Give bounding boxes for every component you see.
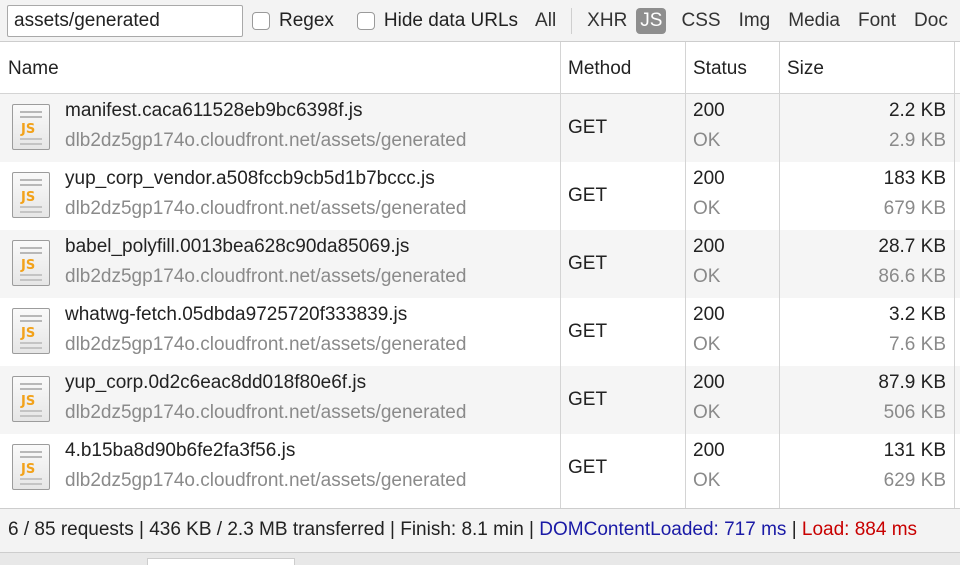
js-file-icon: JS — [12, 240, 50, 286]
request-transferred-size: 87.9 KB — [878, 372, 946, 393]
request-domain: dlb2dz5gp174o.cloudfront.net/assets/gene… — [65, 470, 467, 491]
request-method: GET — [568, 457, 608, 478]
request-content-size: 86.6 KB — [878, 266, 946, 287]
column-header-size[interactable]: Size — [787, 58, 824, 80]
request-status-text: OK — [693, 198, 721, 219]
request-file-name: yup_corp.0d2c6eac8dd018f80e6f.js — [65, 372, 367, 393]
table-row[interactable]: JS manifest.caca611528eb9bc6398f.js dlb2… — [0, 94, 960, 162]
summary-separator: | — [138, 519, 144, 540]
table-row[interactable]: JS babel_polyfill.0013bea628c90da85069.j… — [0, 230, 960, 298]
type-filter-img[interactable]: Img — [736, 8, 774, 34]
request-status-code: 200 — [693, 236, 725, 257]
request-transferred-size: 3.2 KB — [888, 304, 946, 325]
request-content-size: 629 KB — [883, 470, 946, 491]
summary-finish: Finish: 8.1 min — [400, 519, 524, 540]
column-divider[interactable] — [954, 42, 955, 508]
request-method: GET — [568, 321, 608, 342]
request-file-name: 4.b15ba8d90b6fe2fa3f56.js — [65, 440, 296, 461]
column-header-status[interactable]: Status — [693, 58, 747, 80]
request-status-code: 200 — [693, 168, 725, 189]
hide-data-urls-label: Hide data URLs — [383, 9, 519, 31]
type-filter-media[interactable]: Media — [785, 8, 843, 34]
summary-separator: | — [791, 519, 797, 540]
hide-data-urls-checkbox-group[interactable]: Hide data URLs — [356, 9, 519, 32]
request-transferred-size: 28.7 KB — [878, 236, 946, 257]
request-domain: dlb2dz5gp174o.cloudfront.net/assets/gene… — [65, 334, 467, 355]
request-content-size: 7.6 KB — [888, 334, 946, 355]
request-status-text: OK — [693, 266, 721, 287]
type-filter-doc[interactable]: Doc — [911, 8, 951, 34]
regex-checkbox[interactable] — [252, 11, 270, 30]
request-domain: dlb2dz5gp174o.cloudfront.net/assets/gene… — [65, 402, 467, 423]
request-file-name: yup_corp_vendor.a508fccb9cb5d1b7bccc.js — [65, 168, 435, 189]
drawer-tab[interactable] — [147, 558, 295, 565]
request-method: GET — [568, 117, 608, 138]
table-header: Name Method Status Size — [0, 42, 960, 94]
js-file-icon: JS — [12, 172, 50, 218]
table-row[interactable]: JS yup_corp.0d2c6eac8dd018f80e6f.js dlb2… — [0, 366, 960, 434]
type-filter-all[interactable]: All — [532, 8, 559, 34]
request-status-text: OK — [693, 130, 721, 151]
summary-dom-content-loaded: DOMContentLoaded: 717 ms — [539, 519, 787, 540]
request-status-text: OK — [693, 334, 721, 355]
request-status-text: OK — [693, 470, 721, 491]
summary-requests: 6 / 85 requests — [8, 519, 134, 540]
js-file-icon: JS — [12, 444, 50, 490]
request-status-code: 200 — [693, 100, 725, 121]
js-file-icon: JS — [12, 376, 50, 422]
type-filter-js[interactable]: JS — [636, 7, 667, 34]
filter-input[interactable] — [7, 4, 243, 37]
request-transferred-size: 131 KB — [883, 440, 946, 461]
js-file-icon: JS — [12, 104, 50, 150]
type-filter-font[interactable]: Font — [855, 8, 899, 34]
request-status-code: 200 — [693, 440, 725, 461]
request-file-name: whatwg-fetch.05dbda9725720f333839.js — [65, 304, 408, 325]
type-filter-xhr[interactable]: XHR — [584, 8, 630, 34]
network-summary-bar: 6 / 85 requests | 436 KB / 2.3 MB transf… — [0, 508, 960, 552]
request-file-name: manifest.caca611528eb9bc6398f.js — [65, 100, 363, 121]
hide-data-urls-checkbox[interactable] — [356, 11, 375, 30]
regex-label: Regex — [279, 9, 334, 31]
column-divider[interactable] — [560, 42, 561, 508]
request-status-text: OK — [693, 402, 721, 423]
request-domain: dlb2dz5gp174o.cloudfront.net/assets/gene… — [65, 266, 467, 287]
request-status-code: 200 — [693, 304, 725, 325]
request-domain: dlb2dz5gp174o.cloudfront.net/assets/gene… — [65, 130, 467, 151]
column-divider[interactable] — [685, 42, 686, 508]
summary-transferred: 436 KB / 2.3 MB transferred — [149, 519, 385, 540]
filter-separator — [571, 7, 573, 34]
request-method: GET — [568, 253, 608, 274]
summary-load: Load: 884 ms — [801, 519, 918, 540]
js-file-icon: JS — [12, 308, 50, 354]
request-status-code: 200 — [693, 372, 725, 393]
table-row[interactable]: JS 4.b15ba8d90b6fe2fa3f56.js dlb2dz5gp17… — [0, 434, 960, 502]
table-row[interactable]: JS whatwg-fetch.05dbda9725720f333839.js … — [0, 298, 960, 366]
table-body: JS manifest.caca611528eb9bc6398f.js dlb2… — [0, 94, 960, 502]
request-domain: dlb2dz5gp174o.cloudfront.net/assets/gene… — [65, 198, 467, 219]
request-method: GET — [568, 389, 608, 410]
column-header-name[interactable]: Name — [8, 58, 59, 80]
drawer-tab-strip — [0, 552, 960, 565]
regex-checkbox-group[interactable]: Regex — [252, 10, 334, 32]
request-transferred-size: 2.2 KB — [888, 100, 946, 121]
request-transferred-size: 183 KB — [883, 168, 946, 189]
type-filter-css[interactable]: CSS — [678, 8, 723, 34]
request-content-size: 2.9 KB — [888, 130, 946, 151]
column-divider[interactable] — [779, 42, 780, 508]
network-requests-table: Name Method Status Size JS manifest.caca… — [0, 42, 960, 508]
request-file-name: babel_polyfill.0013bea628c90da85069.js — [65, 236, 410, 257]
request-content-size: 506 KB — [883, 402, 946, 423]
request-method: GET — [568, 185, 608, 206]
network-filter-bar: Regex Hide data URLs All XHR JS CSS Img … — [0, 0, 960, 42]
summary-separator: | — [529, 519, 534, 540]
summary-separator: | — [390, 519, 395, 540]
column-header-method[interactable]: Method — [568, 58, 631, 80]
table-row[interactable]: JS yup_corp_vendor.a508fccb9cb5d1b7bccc.… — [0, 162, 960, 230]
request-content-size: 679 KB — [883, 198, 946, 219]
